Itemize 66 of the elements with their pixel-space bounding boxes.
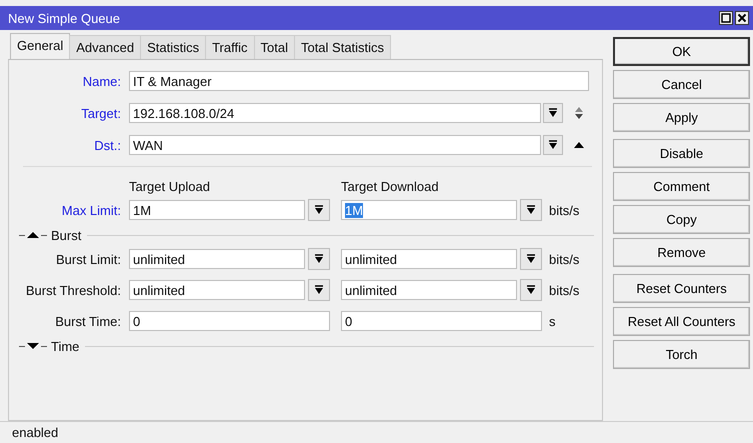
tab[interactable]: Statistics (140, 35, 206, 59)
dialog-button[interactable]: Copy (613, 205, 750, 234)
dialog-button[interactable]: Reset Counters (613, 274, 750, 303)
field-label: Max Limit: (60, 202, 121, 218)
dialog-button[interactable]: Cancel (613, 70, 750, 99)
field-label: Burst Threshold: (24, 282, 121, 298)
input-value: 0 (133, 314, 140, 329)
dropdown-icon[interactable] (543, 103, 563, 123)
dropdown-icon[interactable] (520, 199, 542, 221)
dialog-button[interactable]: Apply (613, 103, 750, 132)
dropdown-icon[interactable] (308, 248, 330, 270)
dropdown-icon[interactable] (308, 279, 330, 301)
tab[interactable]: Traffic (205, 35, 254, 59)
status-text: enabled (12, 425, 58, 440)
input-field[interactable]: IT & Manager (129, 71, 589, 91)
column-header: Target Download (341, 178, 440, 194)
tab[interactable]: Advanced (69, 35, 142, 59)
unit-label: bits/s (549, 202, 580, 218)
input-field[interactable]: unlimited (341, 249, 517, 269)
input-value: unlimited (133, 283, 186, 298)
unit-label: s (549, 314, 556, 328)
dropdown-icon[interactable] (308, 199, 330, 221)
input-field[interactable]: 0 (341, 311, 542, 331)
section-title: Burst (51, 228, 82, 242)
dialog-button[interactable]: Remove (613, 238, 750, 267)
input-value: unlimited (345, 252, 398, 267)
input-value: unlimited (133, 252, 186, 267)
unit-label: bits/s (549, 282, 580, 298)
field-label: Burst Time: (54, 314, 121, 328)
tab[interactable]: Total (254, 35, 295, 59)
input-field[interactable]: 1M (341, 200, 517, 220)
dialog-button[interactable]: Disable (613, 139, 750, 168)
maximize-icon[interactable] (719, 11, 733, 25)
input-value: 0 (345, 314, 352, 329)
dialog-button[interactable]: Reset All Counters (613, 307, 750, 336)
field-label: Target: (80, 106, 121, 120)
field-label: Dst.: (93, 138, 121, 152)
section-title: Time (51, 338, 80, 354)
column-header: Target Upload (129, 178, 211, 194)
input-value: 1M (133, 203, 152, 218)
unit-label: bits/s (549, 252, 580, 266)
dropdown-icon[interactable] (520, 248, 542, 270)
up-arrow-icon[interactable] (573, 141, 585, 149)
input-value: 1M (345, 203, 364, 218)
input-field[interactable]: 192.168.108.0/24 (129, 103, 541, 123)
field-label: Burst Limit: (54, 252, 121, 266)
section-toggle-icon[interactable] (19, 230, 47, 240)
dialog-button[interactable]: Comment (613, 172, 750, 201)
window-title: New Simple Queue (8, 10, 120, 26)
up-down-icon[interactable] (573, 106, 585, 120)
dialog-button[interactable]: OK (613, 37, 750, 66)
input-field[interactable]: WAN (129, 135, 541, 155)
tab[interactable]: General (10, 33, 70, 59)
input-field[interactable]: unlimited (341, 280, 517, 300)
input-value: unlimited (345, 283, 398, 298)
close-icon[interactable] (735, 11, 749, 25)
dropdown-icon[interactable] (543, 135, 563, 155)
input-field[interactable]: unlimited (129, 280, 305, 300)
dialog-button[interactable]: Torch (613, 340, 750, 369)
field-label: Name: (82, 74, 121, 88)
input-field[interactable]: unlimited (129, 249, 305, 269)
tab[interactable]: Total Statistics (294, 35, 392, 59)
input-field[interactable]: 1M (129, 200, 305, 220)
dropdown-icon[interactable] (520, 279, 542, 301)
section-toggle-icon[interactable] (19, 341, 47, 351)
input-field[interactable]: 0 (129, 311, 330, 331)
